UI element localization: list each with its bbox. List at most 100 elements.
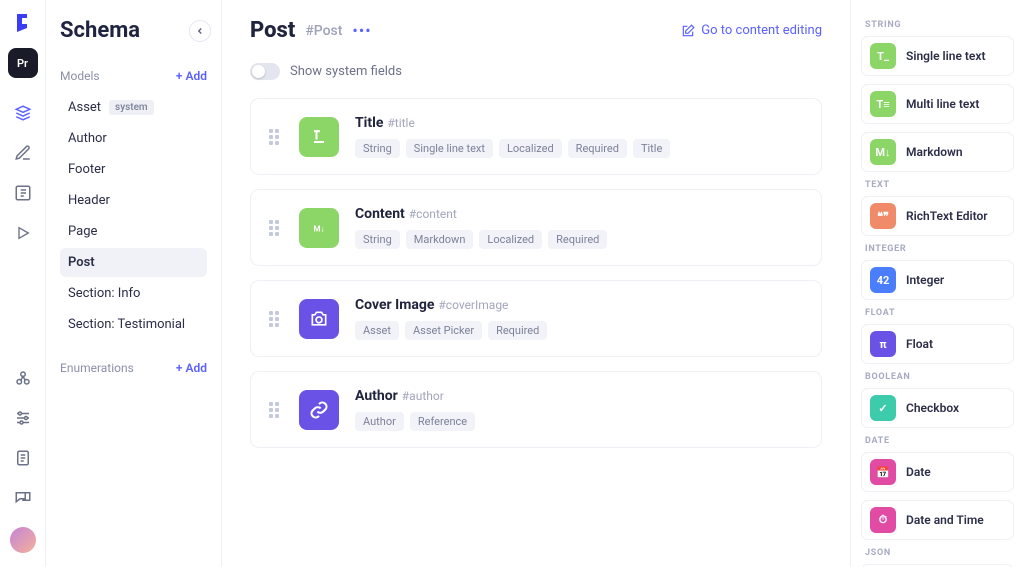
drag-handle-icon[interactable] [269,220,283,236]
field-card[interactable]: Title #title String Single line text Localiz… [250,98,822,175]
more-button[interactable]: ••• [352,21,371,40]
model-title: Post [250,18,295,43]
sidebar-model-item[interactable]: Page [60,217,207,246]
palette-item[interactable]: ❝❞ RichText Editor [861,196,1014,236]
palette-item-label: Date [906,465,931,479]
field-type-icon [299,117,339,157]
nav-settings-icon[interactable] [12,407,34,429]
field-tag: String [355,139,400,158]
project-badge[interactable]: Pr [8,48,38,78]
field-name: Cover Image [355,297,434,313]
goto-content-link[interactable]: Go to content editing [681,23,822,38]
palette-item-icon: M↓ [870,139,896,165]
nav-webhooks-icon[interactable] [12,367,34,389]
field-tag: Required [548,230,607,249]
sidebar-model-item[interactable]: Section: Testimonial [60,310,207,339]
field-type-icon: M↓ [299,208,339,248]
drag-handle-icon[interactable] [269,311,283,327]
sidebar: Schema Models + Add AssetsystemAuthorFoo… [46,0,222,567]
sidebar-model-item[interactable]: Header [60,186,207,215]
palette-item[interactable]: T_ Single line text [861,36,1014,76]
nav-feedback-icon[interactable] [12,487,34,509]
palette-item[interactable]: ⏱ Date and Time [861,500,1014,540]
system-fields-toggle[interactable] [250,63,280,80]
field-type-icon [299,299,339,339]
field-tag: Asset [355,321,399,340]
models-label: Models [60,69,100,83]
palette-item-icon: ⏱ [870,507,896,533]
field-tag: Asset Picker [405,321,482,340]
field-handle: #title [387,116,414,130]
field-name: Author [355,388,398,404]
add-enum-button[interactable]: + Add [176,361,207,375]
field-tag: Localized [499,139,562,158]
palette-item-label: Date and Time [906,513,984,527]
palette-group-label: STRING [865,20,1010,30]
palette-group-label: TEXT [865,180,1010,190]
system-fields-label: Show system fields [290,64,402,79]
palette-item[interactable]: M↓Markdown [861,132,1014,172]
field-tag: Title [633,139,670,158]
palette-item-label: Float [906,337,933,351]
field-palette: STRING T_ Single line text T≡Multi line tex… [850,0,1024,567]
system-badge: system [109,100,154,115]
palette-item-icon: π [870,331,896,357]
field-handle: #content [409,207,457,221]
palette-item[interactable]: T≡Multi line text [861,84,1014,124]
nav-schema-icon[interactable] [12,102,34,124]
collapse-sidebar-button[interactable] [189,20,211,42]
field-name: Title [355,115,383,131]
nav-edit-icon[interactable] [12,142,34,164]
palette-item-icon: T_ [870,43,896,69]
show-system-fields-row: Show system fields [250,63,822,80]
palette-item-icon: T≡ [870,91,896,117]
palette-group-label: INTEGER [865,244,1010,254]
field-card[interactable]: Author #author Author Reference [250,371,822,448]
palette-item-label: Checkbox [906,401,959,415]
nav-rail: Pr [0,0,46,567]
palette-group-label: JSON [865,548,1010,558]
nav-docs-icon[interactable] [12,447,34,469]
field-handle: #author [402,389,444,403]
avatar[interactable] [10,527,36,553]
palette-item[interactable]: π Float [861,324,1014,364]
palette-group-label: DATE [865,436,1010,446]
sidebar-model-item[interactable]: Post [60,248,207,277]
nav-play-icon[interactable] [12,222,34,244]
sidebar-title: Schema [60,18,207,43]
sidebar-model-item[interactable]: Footer [60,155,207,184]
palette-item-icon: ❝❞ [870,203,896,229]
field-card[interactable]: M↓ Content #content String Markdown Localized… [250,189,822,266]
drag-handle-icon[interactable] [269,129,283,145]
palette-item[interactable]: 📅Date [861,452,1014,492]
field-name: Content [355,206,405,222]
sidebar-model-item[interactable]: Author [60,124,207,153]
field-tag: String [355,230,400,249]
nav-compose-icon[interactable] [12,182,34,204]
field-tag: Author [355,412,404,431]
main-content: Post #Post ••• Go to content editing Sho… [222,0,850,567]
palette-group-label: FLOAT [865,308,1010,318]
field-card[interactable]: Cover Image #coverImage Asset Asset Picker R… [250,280,822,357]
field-tag: Required [488,321,547,340]
field-tag: Markdown [406,230,474,249]
palette-item[interactable]: 42 Integer [861,260,1014,300]
palette-item[interactable]: ✓ Checkbox [861,388,1014,428]
sidebar-model-item[interactable]: Section: Info [60,279,207,308]
add-model-button[interactable]: + Add [176,69,207,83]
field-type-icon [299,390,339,430]
sidebar-model-item[interactable]: Assetsystem [60,93,207,122]
field-tag: Single line text [406,139,493,158]
palette-group-label: BOOLEAN [865,372,1010,382]
drag-handle-icon[interactable] [269,402,283,418]
palette-item-icon: 42 [870,267,896,293]
field-tag: Reference [410,412,475,431]
model-handle: #Post [305,23,342,39]
palette-item-label: Single line text [906,49,986,63]
palette-item-label: Integer [906,273,944,287]
svg-text:M↓: M↓ [313,224,324,233]
field-handle: #coverImage [438,298,508,312]
palette-item-label: RichText Editor [906,209,988,223]
field-tag: Localized [479,230,542,249]
palette-item-icon: ✓ [870,395,896,421]
